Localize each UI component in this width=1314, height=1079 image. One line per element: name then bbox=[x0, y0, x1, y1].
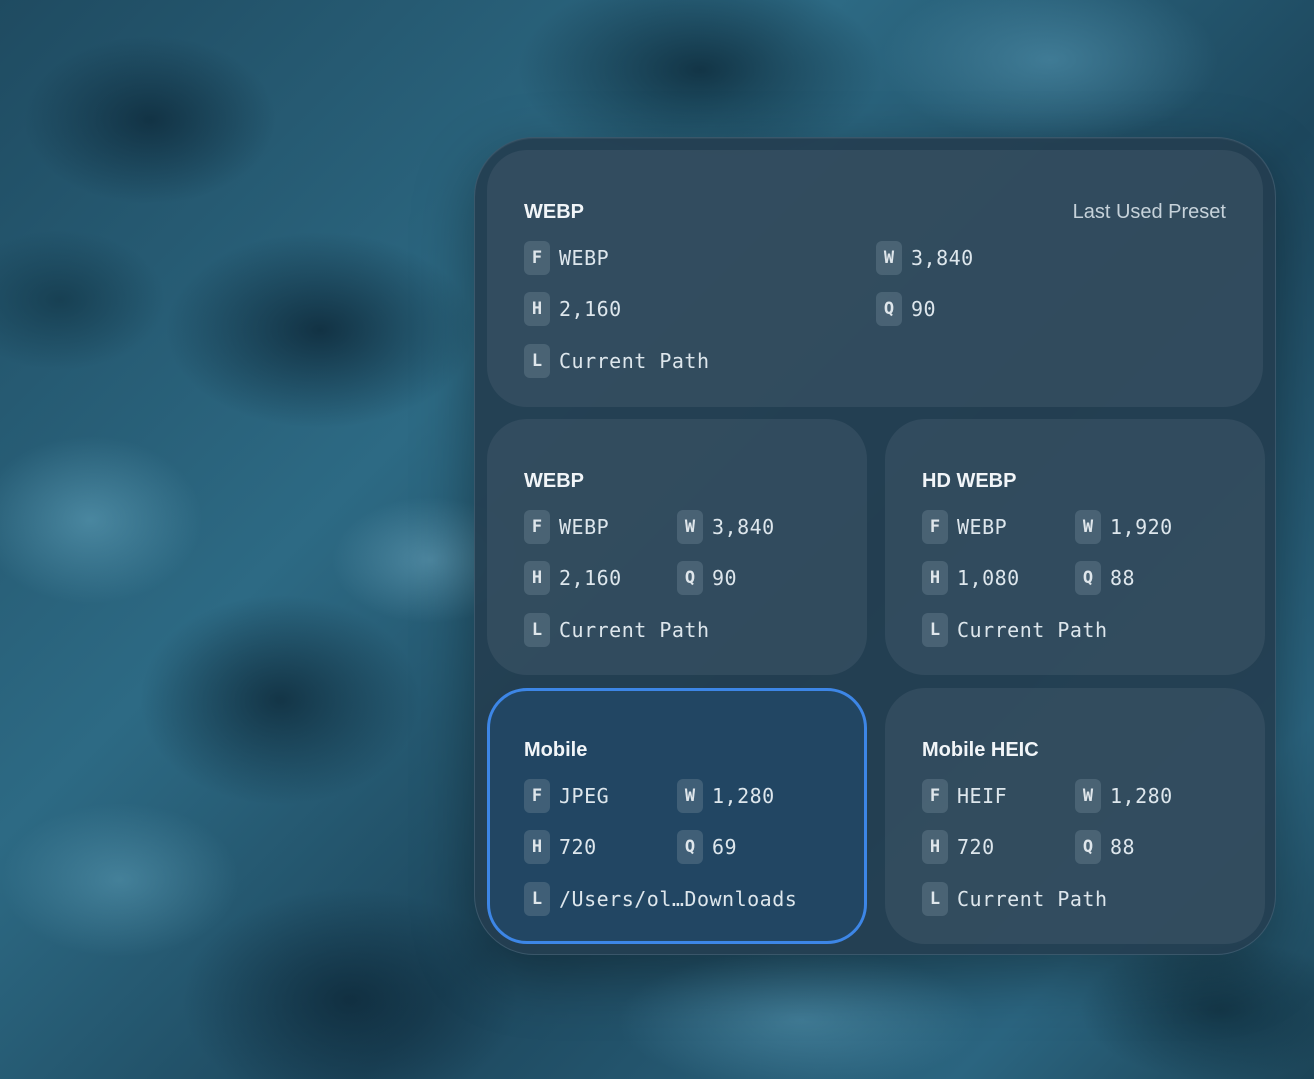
format-value: HEIF bbox=[957, 784, 1008, 808]
location-key-badge: L bbox=[922, 613, 948, 647]
location-key-badge: L bbox=[524, 882, 550, 916]
preset-title: Mobile HEIC bbox=[922, 739, 1039, 761]
quality-key-badge: Q bbox=[876, 292, 902, 326]
last-used-preset-card[interactable]: WEBP Last Used Preset F WEBP W 3,840 H 2… bbox=[487, 150, 1263, 407]
width-field: W 3,840 bbox=[876, 241, 974, 275]
preset-title: WEBP bbox=[524, 201, 584, 223]
quality-value: 88 bbox=[1110, 566, 1136, 590]
height-field: H 2,160 bbox=[524, 292, 622, 326]
location-field: L Current Path bbox=[922, 882, 1108, 916]
format-key-badge: F bbox=[524, 779, 550, 813]
width-key-badge: W bbox=[876, 241, 902, 275]
location-key-badge: L bbox=[922, 882, 948, 916]
width-value: 3,840 bbox=[712, 515, 775, 539]
location-value: /Users/ol…Downloads bbox=[559, 887, 798, 911]
location-value: Current Path bbox=[559, 618, 710, 642]
width-key-badge: W bbox=[677, 510, 703, 544]
preset-card-webp[interactable]: WEBP F WEBP W 3,840 H 2,160 Q 90 L Curre… bbox=[487, 419, 867, 675]
location-field: L Current Path bbox=[524, 344, 710, 378]
location-value: Current Path bbox=[559, 349, 710, 373]
height-key-badge: H bbox=[524, 561, 550, 595]
location-key-badge: L bbox=[524, 613, 550, 647]
format-value: JPEG bbox=[559, 784, 610, 808]
height-value: 2,160 bbox=[559, 297, 622, 321]
preset-title: HD WEBP bbox=[922, 470, 1017, 492]
location-value: Current Path bbox=[957, 887, 1108, 911]
quality-key-badge: Q bbox=[1075, 561, 1101, 595]
quality-value: 90 bbox=[712, 566, 738, 590]
height-value: 1,080 bbox=[957, 566, 1020, 590]
quality-field: Q 90 bbox=[677, 561, 737, 595]
width-value: 1,280 bbox=[1110, 784, 1173, 808]
format-value: WEBP bbox=[559, 515, 610, 539]
height-key-badge: H bbox=[922, 830, 948, 864]
width-key-badge: W bbox=[1075, 510, 1101, 544]
height-key-badge: H bbox=[922, 561, 948, 595]
location-field: L /Users/ol…Downloads bbox=[524, 882, 797, 916]
location-field: L Current Path bbox=[524, 613, 710, 647]
quality-key-badge: Q bbox=[677, 561, 703, 595]
quality-field: Q 69 bbox=[677, 830, 737, 864]
format-field: F WEBP bbox=[524, 241, 609, 275]
preset-card-hd-webp[interactable]: HD WEBP F WEBP W 1,920 H 1,080 Q 88 L Cu… bbox=[885, 419, 1265, 675]
width-field: W 1,920 bbox=[1075, 510, 1173, 544]
format-value: WEBP bbox=[559, 246, 610, 270]
height-value: 720 bbox=[559, 835, 597, 859]
height-value: 720 bbox=[957, 835, 995, 859]
preset-card-mobile-heic[interactable]: Mobile HEIC F HEIF W 1,280 H 720 Q 88 L … bbox=[885, 688, 1265, 944]
width-key-badge: W bbox=[677, 779, 703, 813]
preset-title: WEBP bbox=[524, 470, 584, 492]
height-field: H 720 bbox=[922, 830, 995, 864]
quality-value: 88 bbox=[1110, 835, 1136, 859]
location-key-badge: L bbox=[524, 344, 550, 378]
preset-card-mobile[interactable]: Mobile F JPEG W 1,280 H 720 Q 69 L /User… bbox=[487, 688, 867, 944]
width-value: 3,840 bbox=[911, 246, 974, 270]
format-key-badge: F bbox=[524, 241, 550, 275]
width-value: 1,280 bbox=[712, 784, 775, 808]
quality-key-badge: Q bbox=[1075, 830, 1101, 864]
height-field: H 1,080 bbox=[922, 561, 1020, 595]
quality-value: 69 bbox=[712, 835, 738, 859]
height-key-badge: H bbox=[524, 292, 550, 326]
width-field: W 3,840 bbox=[677, 510, 775, 544]
quality-key-badge: Q bbox=[677, 830, 703, 864]
preset-picker-panel: WEBP Last Used Preset F WEBP W 3,840 H 2… bbox=[474, 137, 1276, 955]
height-value: 2,160 bbox=[559, 566, 622, 590]
format-field: F WEBP bbox=[922, 510, 1007, 544]
height-key-badge: H bbox=[524, 830, 550, 864]
width-value: 1,920 bbox=[1110, 515, 1173, 539]
location-field: L Current Path bbox=[922, 613, 1108, 647]
format-field: F HEIF bbox=[922, 779, 1007, 813]
quality-field: Q 90 bbox=[876, 292, 936, 326]
quality-field: Q 88 bbox=[1075, 830, 1135, 864]
quality-field: Q 88 bbox=[1075, 561, 1135, 595]
format-value: WEBP bbox=[957, 515, 1008, 539]
height-field: H 2,160 bbox=[524, 561, 622, 595]
format-field: F WEBP bbox=[524, 510, 609, 544]
width-field: W 1,280 bbox=[677, 779, 775, 813]
preset-title: Mobile bbox=[524, 739, 588, 761]
format-field: F JPEG bbox=[524, 779, 609, 813]
format-key-badge: F bbox=[922, 779, 948, 813]
format-key-badge: F bbox=[524, 510, 550, 544]
format-key-badge: F bbox=[922, 510, 948, 544]
width-field: W 1,280 bbox=[1075, 779, 1173, 813]
width-key-badge: W bbox=[1075, 779, 1101, 813]
location-value: Current Path bbox=[957, 618, 1108, 642]
last-used-label: Last Used Preset bbox=[1072, 201, 1226, 223]
quality-value: 90 bbox=[911, 297, 937, 321]
height-field: H 720 bbox=[524, 830, 597, 864]
